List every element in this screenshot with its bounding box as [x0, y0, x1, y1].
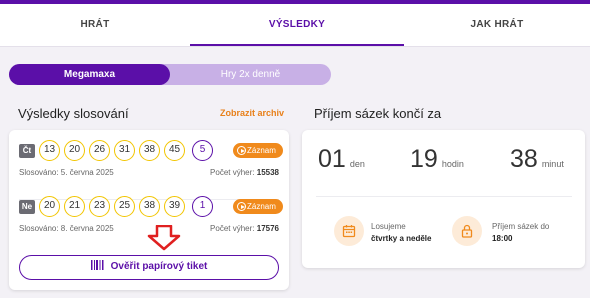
play-icon	[237, 146, 246, 155]
draw-days-label: Losujeme	[371, 222, 406, 231]
hours-unit: hodin	[441, 159, 464, 169]
draw-ball: 45	[164, 140, 185, 161]
wins-count: Počet výher: 17576	[210, 224, 279, 233]
deadline-label: Příjem sázek do	[492, 222, 550, 231]
lock-icon-wrap	[452, 216, 482, 246]
toggle-hry-2x-denne[interactable]: Hry 2x denně	[170, 64, 331, 85]
draw-ball: 25	[114, 196, 135, 217]
verify-ticket-label: Ověřit papírový tiket	[110, 261, 208, 272]
draw-days-value: čtvrtky a neděle	[371, 234, 432, 243]
countdown-hours: 19 hodin	[410, 145, 464, 174]
draw-ball: 38	[139, 140, 160, 161]
lock-icon	[461, 224, 473, 238]
draw-ball: 23	[89, 196, 110, 217]
drawn-date: Slosováno: 8. června 2025	[19, 224, 114, 233]
deadline-value: 18:00	[492, 234, 513, 243]
countdown-title: Příjem sázek končí za	[314, 106, 442, 121]
results-card: Čt 13 20 26 31 38 45 5 Záznam Slosováno:…	[9, 130, 289, 290]
bonus-ball: 5	[192, 140, 213, 161]
toggle-megamaxa[interactable]: Megamaxa	[9, 64, 170, 85]
draw-ball: 26	[89, 140, 110, 161]
verify-ticket-button[interactable]: Ověřit papírový tiket	[19, 255, 279, 280]
countdown-card: 01 den 19 hodin 38 minut Losujeme čtvrtky a…	[302, 130, 585, 268]
wins-count: Počet výher: 15538	[210, 168, 279, 177]
wins-label: Počet výher:	[210, 224, 255, 233]
minutes-unit: minut	[541, 159, 564, 169]
game-toggle: Megamaxa Hry 2x denně	[9, 64, 331, 85]
hours-value: 19	[410, 145, 438, 173]
tabs-divider	[0, 46, 590, 47]
calendar-icon-wrap	[334, 216, 364, 246]
days-unit: den	[349, 159, 365, 169]
arrow-down-icon	[147, 225, 181, 251]
results-title: Výsledky slosování	[18, 106, 129, 121]
countdown-days: 01 den	[318, 145, 365, 174]
draw-row: Čt 13 20 26 31 38 45 5 Záznam Slosováno:…	[9, 140, 289, 200]
wins-value: 17576	[256, 224, 279, 233]
draw-ball: 20	[39, 196, 60, 217]
calendar-icon	[342, 225, 356, 238]
countdown-minutes: 38 minut	[510, 145, 564, 174]
day-badge: Čt	[19, 144, 35, 158]
days-value: 01	[318, 145, 346, 173]
wins-value: 15538	[256, 168, 279, 177]
minutes-value: 38	[510, 145, 538, 173]
draw-ball: 13	[39, 140, 60, 161]
tab-jak-hrat[interactable]: JAK HRÁT	[404, 4, 590, 46]
bonus-ball: 1	[192, 196, 213, 217]
play-icon	[237, 202, 246, 211]
record-label: Záznam	[247, 146, 276, 155]
record-button[interactable]: Záznam	[233, 143, 283, 158]
draw-ball: 21	[64, 196, 85, 217]
main-tabs: HRÁT VÝSLEDKY JAK HRÁT	[0, 4, 590, 46]
barcode-icon	[90, 260, 104, 271]
draw-ball: 38	[139, 196, 160, 217]
draw-ball: 31	[114, 140, 135, 161]
drawn-date: Slosováno: 5. června 2025	[19, 168, 114, 177]
record-button[interactable]: Záznam	[233, 199, 283, 214]
record-label: Záznam	[247, 202, 276, 211]
draw-ball: 20	[64, 140, 85, 161]
divider	[316, 196, 572, 197]
day-badge: Ne	[19, 200, 35, 214]
wins-label: Počet výher:	[210, 168, 255, 177]
draw-ball: 39	[164, 196, 185, 217]
tab-hrat[interactable]: HRÁT	[0, 4, 190, 46]
tab-vysledky[interactable]: VÝSLEDKY	[190, 4, 404, 46]
show-archive-link[interactable]: Zobrazit archiv	[220, 108, 284, 118]
